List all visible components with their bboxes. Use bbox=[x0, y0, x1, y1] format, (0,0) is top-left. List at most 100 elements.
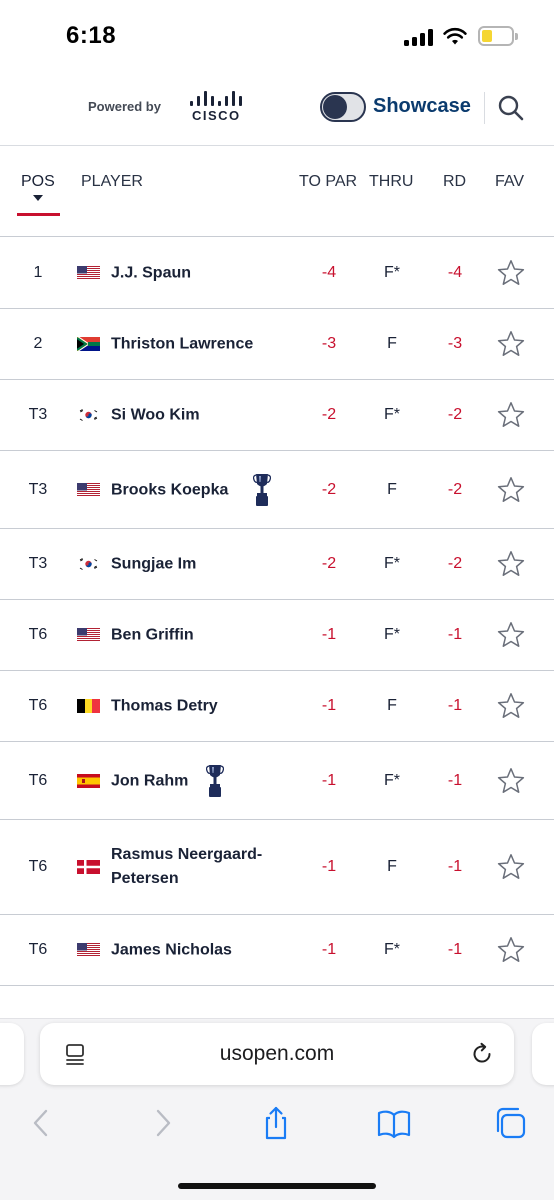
forward-icon[interactable] bbox=[144, 1105, 180, 1141]
cisco-logo[interactable]: CISCO bbox=[186, 90, 248, 126]
kor-flag-icon bbox=[77, 408, 100, 422]
bookmarks-icon[interactable] bbox=[376, 1105, 412, 1141]
bel-flag-icon bbox=[77, 699, 100, 713]
player-position: 1 bbox=[33, 263, 43, 281]
leaderboard-row[interactable]: T6 Rasmus Neergaard-Petersen -1 F -1 bbox=[0, 820, 554, 915]
favorite-star-icon[interactable] bbox=[497, 259, 525, 287]
past-champion-trophy-icon bbox=[252, 472, 272, 508]
player-thru: F* bbox=[384, 263, 400, 281]
battery-icon bbox=[478, 26, 518, 46]
leaderboard-column-header: POS PLAYER TO PAR THRU RD FAV bbox=[0, 147, 554, 237]
tabs-icon[interactable] bbox=[492, 1105, 528, 1141]
usa-flag-icon bbox=[77, 943, 100, 957]
player-to-par: -3 bbox=[321, 335, 337, 352]
leaderboard-list: 1 J.J. Spaun -4 F* -4 2 Thriston Lawrence -3 F… bbox=[0, 237, 554, 986]
favorite-star-icon[interactable] bbox=[497, 621, 525, 649]
showcase-label[interactable]: Showcase bbox=[373, 95, 471, 118]
address-bar[interactable]: usopen.com bbox=[40, 1023, 514, 1085]
leaderboard-row[interactable]: T3 Si Woo Kim -2 F* -2 bbox=[0, 380, 554, 451]
player-name[interactable]: J.J. Spaun bbox=[111, 260, 291, 285]
url-text[interactable]: usopen.com bbox=[40, 1042, 514, 1066]
esp-flag-icon bbox=[77, 773, 100, 788]
powered-by-label: Powered by bbox=[88, 99, 161, 114]
player-position: T6 bbox=[28, 771, 48, 789]
leaderboard-row[interactable]: T3 Sungjae Im -2 F* -2 bbox=[0, 529, 554, 600]
wifi-icon bbox=[443, 27, 467, 45]
player-thru: F bbox=[387, 335, 397, 352]
player-name[interactable]: Si Woo Kim bbox=[111, 403, 291, 428]
reload-icon[interactable] bbox=[470, 1042, 494, 1066]
next-tab-peek[interactable] bbox=[532, 1023, 554, 1085]
player-to-par: -1 bbox=[321, 771, 337, 789]
den-flag-icon bbox=[77, 860, 100, 874]
favorite-star-icon[interactable] bbox=[497, 692, 525, 720]
leaderboard-row[interactable]: T3 Brooks Koepka -2 F -2 bbox=[0, 451, 554, 529]
player-position: T6 bbox=[28, 626, 48, 643]
site-header: Powered by CISCO Showcase bbox=[0, 70, 554, 146]
leaderboard-row[interactable]: 2 Thriston Lawrence -3 F -3 bbox=[0, 309, 554, 380]
player-round-score: -2 bbox=[447, 480, 463, 498]
player-position: T3 bbox=[28, 480, 48, 498]
player-position: 2 bbox=[33, 335, 43, 352]
player-round-score: -1 bbox=[447, 771, 463, 789]
player-to-par: -1 bbox=[321, 941, 337, 958]
player-to-par: -4 bbox=[321, 263, 337, 281]
search-icon[interactable] bbox=[497, 94, 525, 122]
usa-flag-icon bbox=[77, 628, 100, 642]
player-to-par: -1 bbox=[321, 858, 337, 875]
player-to-par: -2 bbox=[321, 480, 337, 498]
leaderboard-row[interactable]: T6 Jon Rahm -1 F* -1 bbox=[0, 742, 554, 820]
player-name[interactable]: Jon Rahm bbox=[111, 768, 291, 793]
player-name[interactable]: James Nicholas bbox=[111, 938, 291, 963]
favorite-star-icon[interactable] bbox=[497, 767, 525, 795]
player-name[interactable]: Sungjae Im bbox=[111, 552, 291, 577]
favorite-star-icon[interactable] bbox=[497, 476, 525, 504]
player-position: T6 bbox=[28, 941, 48, 958]
column-pos[interactable]: POS bbox=[21, 173, 55, 191]
leaderboard-row[interactable]: T6 Thomas Detry -1 F -1 bbox=[0, 671, 554, 742]
leaderboard-row[interactable]: T6 James Nicholas -1 F* -1 bbox=[0, 915, 554, 986]
showcase-toggle[interactable] bbox=[320, 92, 366, 122]
home-indicator bbox=[178, 1183, 376, 1189]
favorite-star-icon[interactable] bbox=[497, 330, 525, 358]
player-thru: F* bbox=[384, 941, 400, 958]
player-name[interactable]: Thriston Lawrence bbox=[111, 332, 291, 357]
cisco-bars-icon bbox=[188, 90, 246, 106]
player-name[interactable]: Thomas Detry bbox=[111, 694, 291, 719]
column-rd[interactable]: RD bbox=[443, 173, 466, 191]
player-to-par: -1 bbox=[321, 697, 337, 714]
status-bar: 6:18 bbox=[0, 0, 554, 70]
player-thru: F* bbox=[384, 555, 400, 572]
leaderboard-row[interactable]: T6 Ben Griffin -1 F* -1 bbox=[0, 600, 554, 671]
column-to-par[interactable]: TO PAR bbox=[299, 173, 357, 191]
player-thru: F* bbox=[384, 771, 400, 789]
column-player[interactable]: PLAYER bbox=[81, 173, 143, 191]
favorite-star-icon[interactable] bbox=[497, 550, 525, 578]
previous-tab-peek[interactable] bbox=[0, 1023, 24, 1085]
player-name[interactable]: Rasmus Neergaard-Petersen bbox=[111, 843, 283, 891]
player-to-par: -1 bbox=[321, 626, 337, 643]
player-position: T3 bbox=[28, 406, 48, 423]
favorite-star-icon[interactable] bbox=[497, 936, 525, 964]
player-thru: F bbox=[387, 858, 397, 875]
cisco-wordmark: CISCO bbox=[192, 108, 241, 123]
favorite-star-icon[interactable] bbox=[497, 401, 525, 429]
share-icon[interactable] bbox=[258, 1105, 294, 1141]
cellular-signal-icon bbox=[404, 28, 434, 46]
back-icon[interactable] bbox=[24, 1105, 60, 1141]
status-time: 6:18 bbox=[66, 22, 117, 49]
player-to-par: -2 bbox=[321, 555, 337, 572]
column-thru[interactable]: THRU bbox=[369, 173, 413, 191]
player-round-score: -2 bbox=[447, 555, 463, 572]
browser-toolbar: usopen.com bbox=[0, 1018, 554, 1200]
player-name[interactable]: Ben Griffin bbox=[111, 623, 291, 648]
leaderboard-row[interactable]: 1 J.J. Spaun -4 F* -4 bbox=[0, 237, 554, 309]
player-to-par: -2 bbox=[321, 406, 337, 423]
usa-flag-icon bbox=[77, 482, 100, 497]
player-round-score: -1 bbox=[447, 626, 463, 643]
player-thru: F* bbox=[384, 626, 400, 643]
kor-flag-icon bbox=[77, 557, 100, 571]
favorite-star-icon[interactable] bbox=[497, 853, 525, 881]
player-round-score: -4 bbox=[447, 263, 463, 281]
usa-flag-icon bbox=[77, 265, 100, 280]
